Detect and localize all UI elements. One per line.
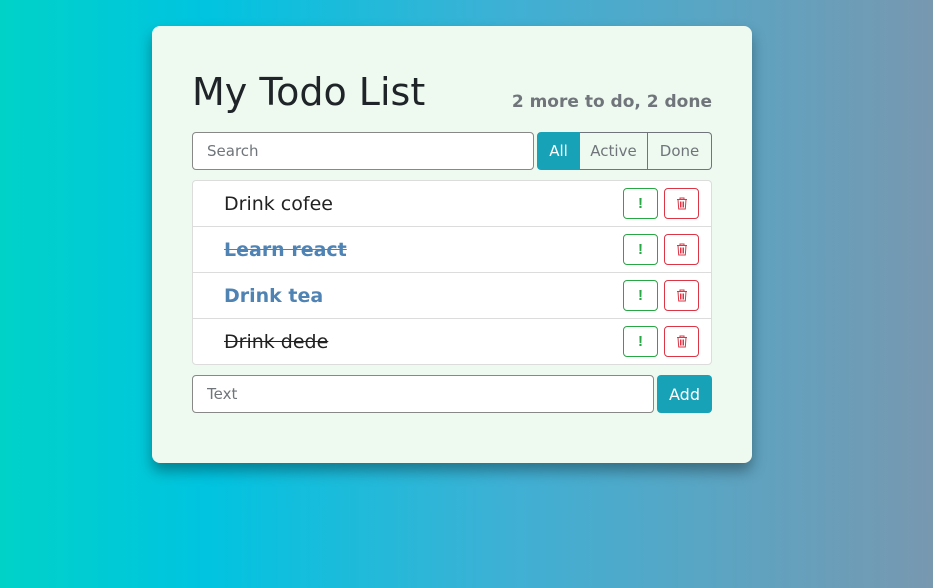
todo-status-count: 2 more to do, 2 done (511, 92, 712, 112)
delete-button[interactable] (664, 280, 699, 311)
exclamation-icon: ! (638, 195, 643, 212)
list-item: Drink tea ! (193, 273, 711, 319)
add-item-form: Add (192, 375, 712, 413)
filter-done-button[interactable]: Done (648, 132, 712, 170)
todo-app-card: My Todo List 2 more to do, 2 done All Ac… (152, 26, 752, 463)
mark-important-button[interactable]: ! (623, 280, 658, 311)
trash-icon (676, 243, 687, 256)
mark-important-button[interactable]: ! (623, 326, 658, 357)
delete-button[interactable] (664, 188, 699, 219)
exclamation-icon: ! (638, 241, 643, 258)
trash-icon (676, 197, 687, 210)
mark-important-button[interactable]: ! (623, 234, 658, 265)
delete-button[interactable] (664, 326, 699, 357)
trash-icon (676, 335, 687, 348)
delete-button[interactable] (664, 234, 699, 265)
exclamation-icon: ! (638, 333, 643, 350)
new-item-input[interactable] (192, 375, 654, 413)
todo-list: Drink cofee ! Learn react ! Drink tea ! (192, 180, 712, 365)
mark-important-button[interactable]: ! (623, 188, 658, 219)
trash-icon (676, 289, 687, 302)
todo-item-label[interactable]: Drink cofee (224, 181, 333, 227)
todo-item-label[interactable]: Learn react (224, 227, 347, 273)
search-input[interactable] (192, 132, 534, 170)
list-item: Learn react ! (193, 227, 711, 273)
status-filter: All Active Done (537, 132, 712, 170)
add-button[interactable]: Add (657, 375, 712, 413)
exclamation-icon: ! (638, 287, 643, 304)
list-item: Drink cofee ! (193, 181, 711, 227)
todo-item-label[interactable]: Drink tea (224, 273, 323, 319)
list-item: Drink dede ! (193, 319, 711, 364)
todo-item-label[interactable]: Drink dede (224, 319, 328, 365)
search-panel: All Active Done (192, 132, 712, 170)
page-title: My Todo List (192, 70, 426, 114)
filter-all-button[interactable]: All (537, 132, 580, 170)
filter-active-button[interactable]: Active (580, 132, 648, 170)
